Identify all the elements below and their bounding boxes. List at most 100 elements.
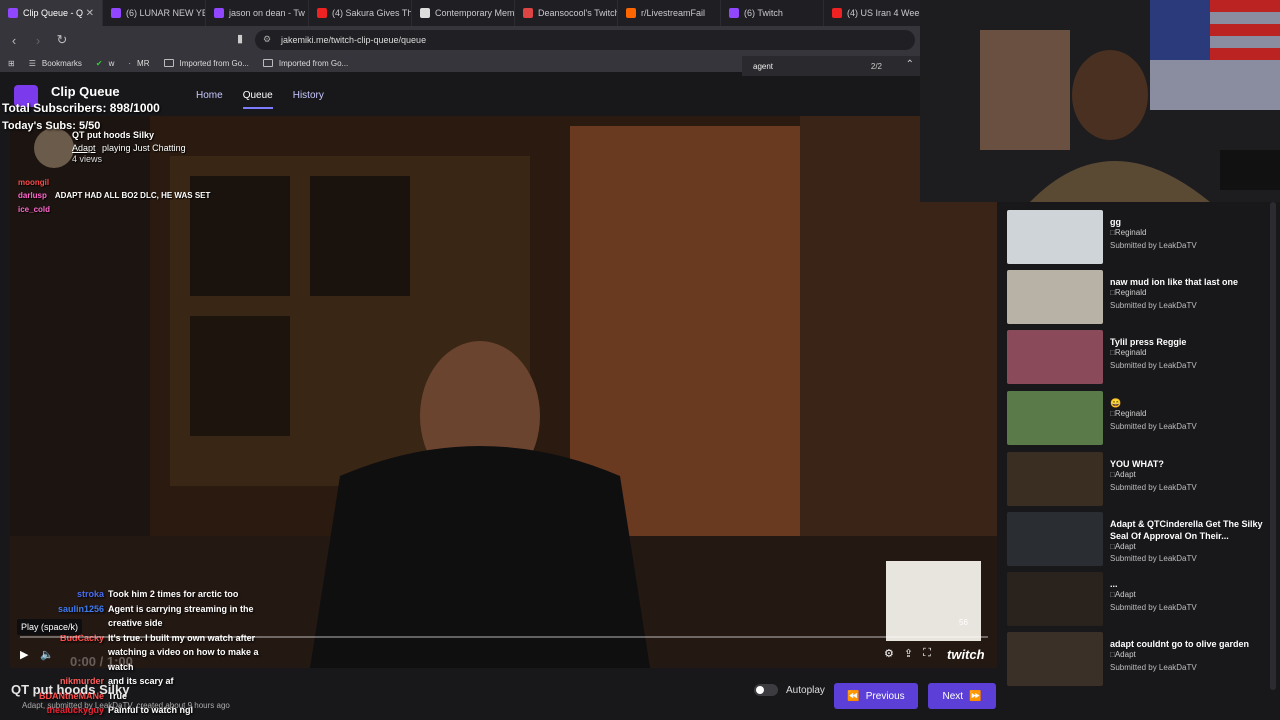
url-field[interactable]: ⚙ jakemiki.me/twitch-clip-queue/queue xyxy=(255,30,915,50)
bookmarks-list: ☰ Bookmarks ✔ w · MR Imported from Go... Import… xyxy=(15,59,349,68)
queue-scrollbar[interactable] xyxy=(1270,202,1276,690)
queue-item-broadcaster: Adapt xyxy=(1110,470,1136,479)
queue-item[interactable]: 😄Reginald Submitted by LeakDaTV xyxy=(1007,389,1268,447)
webcam-overlay xyxy=(920,0,1280,202)
forward-icon[interactable]: › xyxy=(28,33,48,48)
find-input[interactable]: agent xyxy=(753,62,773,71)
video-time: 0:00 / 1:00 xyxy=(70,654,133,669)
clip-broadcaster-link[interactable]: Adapt xyxy=(72,143,96,153)
bookmark-item[interactable]: Imported from Go... xyxy=(163,59,249,68)
bookmark-item[interactable]: Imported from Go... xyxy=(262,58,349,68)
queue-item[interactable]: adapt couldnt go to olive gardenAdapt Sub… xyxy=(1007,630,1268,688)
queue-item[interactable]: naw mud ion like that last oneReginald Su… xyxy=(1007,268,1268,326)
settings-icon[interactable]: ⚙ xyxy=(884,647,894,660)
queue-item[interactable]: Adapt & QTCinderella Get The Silky Seal … xyxy=(1007,510,1268,568)
reload-icon[interactable]: ↻ xyxy=(52,32,72,48)
browser-tab[interactable]: (6) LUNAR NEW YE xyxy=(103,0,206,26)
tab-favicon-icon xyxy=(420,8,430,18)
queue-item-submitter: Submitted by LeakDaTV xyxy=(1110,241,1197,250)
queue-item-broadcaster: Reginald xyxy=(1110,409,1147,418)
queue-thumbnail[interactable] xyxy=(1007,210,1103,264)
queue-item-submitter: Submitted by LeakDaTV xyxy=(1110,361,1197,370)
subscriber-total-overlay: Total Subscribers: 898/1000 xyxy=(2,101,160,115)
video-player[interactable]: QT put hoods Silky Adapt playing Just Ch… xyxy=(10,116,997,668)
back-icon[interactable]: ‹ xyxy=(4,33,24,48)
bookmark-item[interactable]: ✔ w xyxy=(96,59,114,68)
twitch-logo[interactable]: twitch xyxy=(947,647,985,662)
queue-thumbnail[interactable] xyxy=(1007,330,1103,384)
rewind-icon: ⏪ xyxy=(847,690,860,702)
chat-user: moongil xyxy=(18,178,50,187)
browser-tab[interactable]: Deansocool's Twitch xyxy=(515,0,618,26)
clip-queue-list: ggReginaldSubmitted by LeakDaTVnaw mud i… xyxy=(1003,202,1268,692)
browser-tab[interactable]: r/LivestreamFail xyxy=(618,0,721,26)
queue-item[interactable]: YOU WHAT?Adapt Submitted by LeakDaTV xyxy=(1007,450,1268,508)
nav-home[interactable]: Home xyxy=(196,90,223,109)
autoplay-switch[interactable] xyxy=(754,684,778,696)
queue-thumbnail[interactable] xyxy=(1007,572,1103,626)
autoplay-label: Autoplay xyxy=(786,684,825,696)
folder-icon xyxy=(163,59,174,67)
tab-title: Contemporary Mem xyxy=(435,8,515,18)
queue-item-submitter: Submitted by LeakDaTV xyxy=(1110,554,1197,563)
queue-item-broadcaster: Reginald xyxy=(1110,348,1147,357)
bookmark-label: Bookmarks xyxy=(41,58,82,68)
folder-icon xyxy=(262,59,273,67)
clip-avatar xyxy=(34,128,74,168)
next-button[interactable]: Next ⏩ xyxy=(928,683,996,709)
queue-item-title: Adapt & QTCinderella Get The Silky Seal … xyxy=(1110,519,1263,541)
queue-item-title: ... xyxy=(1110,579,1118,589)
browser-tab[interactable]: Contemporary Mem xyxy=(412,0,515,26)
queue-item[interactable]: ggReginald Submitted by LeakDaTV xyxy=(1007,208,1268,266)
queue-item[interactable]: Tylil press ReggieReginald Submitted by L… xyxy=(1007,328,1268,386)
previous-button[interactable]: ⏪ Previous xyxy=(834,683,918,709)
tab-favicon-icon xyxy=(111,8,121,18)
browser-tab[interactable]: jason on dean - Tw xyxy=(206,0,309,26)
find-count: 2/2 xyxy=(870,62,882,71)
stream-chat-overlay: stroka Took him 2 times for arctic too sau… xyxy=(20,587,280,718)
browser-tab[interactable]: (4) Sakura Gives Th xyxy=(309,0,412,26)
bookmark-label: Imported from Go... xyxy=(278,58,349,68)
address-bar-row: ‹ › ↻ ▮ ⚙ jakemiki.me/twitch-clip-queue/… xyxy=(0,26,920,54)
browser-tab[interactable]: (4) US Iran 4 Week xyxy=(824,0,927,26)
queue-item[interactable]: ...Adapt Submitted by LeakDaTV xyxy=(1007,570,1268,628)
queue-item-broadcaster: Reginald xyxy=(1110,228,1147,237)
site-info-icon[interactable]: ⚙ xyxy=(263,34,271,45)
bookmark-label: w xyxy=(108,58,115,68)
tab-title: Clip Queue - Q xyxy=(23,8,84,18)
queue-thumbnail[interactable] xyxy=(1007,391,1103,445)
clip-views: 4 views xyxy=(72,154,103,164)
clip-overlay-meta: Adapt playing Just Chatting xyxy=(72,143,186,153)
queue-item-broadcaster: Adapt xyxy=(1110,650,1136,659)
previous-label: Previous xyxy=(865,690,905,702)
video-timestamp-badge: 56 xyxy=(959,618,968,627)
tab-title: (6) LUNAR NEW YE xyxy=(126,8,206,18)
share-icon[interactable]: ⇪ xyxy=(904,647,913,660)
nav-history[interactable]: History xyxy=(293,90,324,109)
play-icon[interactable]: ▶ xyxy=(20,648,28,661)
w-icon: ✔ xyxy=(95,58,103,68)
bookmark-page-icon[interactable]: ▮ xyxy=(237,32,243,45)
find-bar: agent 2/2 ⌃ xyxy=(742,56,920,76)
next-label: Next xyxy=(942,690,964,702)
bookmark-item[interactable]: ☰ Bookmarks xyxy=(29,59,82,68)
stream-chat-line: moongil xyxy=(18,178,55,187)
nav-queue[interactable]: Queue xyxy=(242,90,273,109)
fullscreen-icon[interactable]: ⛶ xyxy=(923,647,931,660)
queue-thumbnail[interactable] xyxy=(1007,270,1103,324)
video-progress-bar[interactable] xyxy=(20,636,988,638)
chat-message: ADAPT HAD ALL BO2 DLC, HE WAS SET xyxy=(54,191,211,200)
apps-grid-icon[interactable]: ⊞ xyxy=(8,59,15,68)
browser-tab[interactable]: (6) Twitch xyxy=(721,0,824,26)
find-prev-icon[interactable]: ⌃ xyxy=(906,59,914,70)
queue-thumbnail[interactable] xyxy=(1007,632,1103,686)
browser-tab[interactable]: Clip Queue - Q ✕ xyxy=(0,0,103,26)
tab-favicon-icon xyxy=(729,8,739,18)
tab-close-icon[interactable]: ✕ xyxy=(86,8,94,19)
queue-thumbnail[interactable] xyxy=(1007,512,1103,566)
stream-chat-line: stroka Took him 2 times for arctic too xyxy=(20,587,280,602)
bookmark-item[interactable]: · MR xyxy=(128,59,149,68)
autoplay-toggle[interactable]: Autoplay xyxy=(754,684,825,696)
queue-thumbnail[interactable] xyxy=(1007,452,1103,506)
volume-icon[interactable]: 🔈 xyxy=(40,648,54,661)
